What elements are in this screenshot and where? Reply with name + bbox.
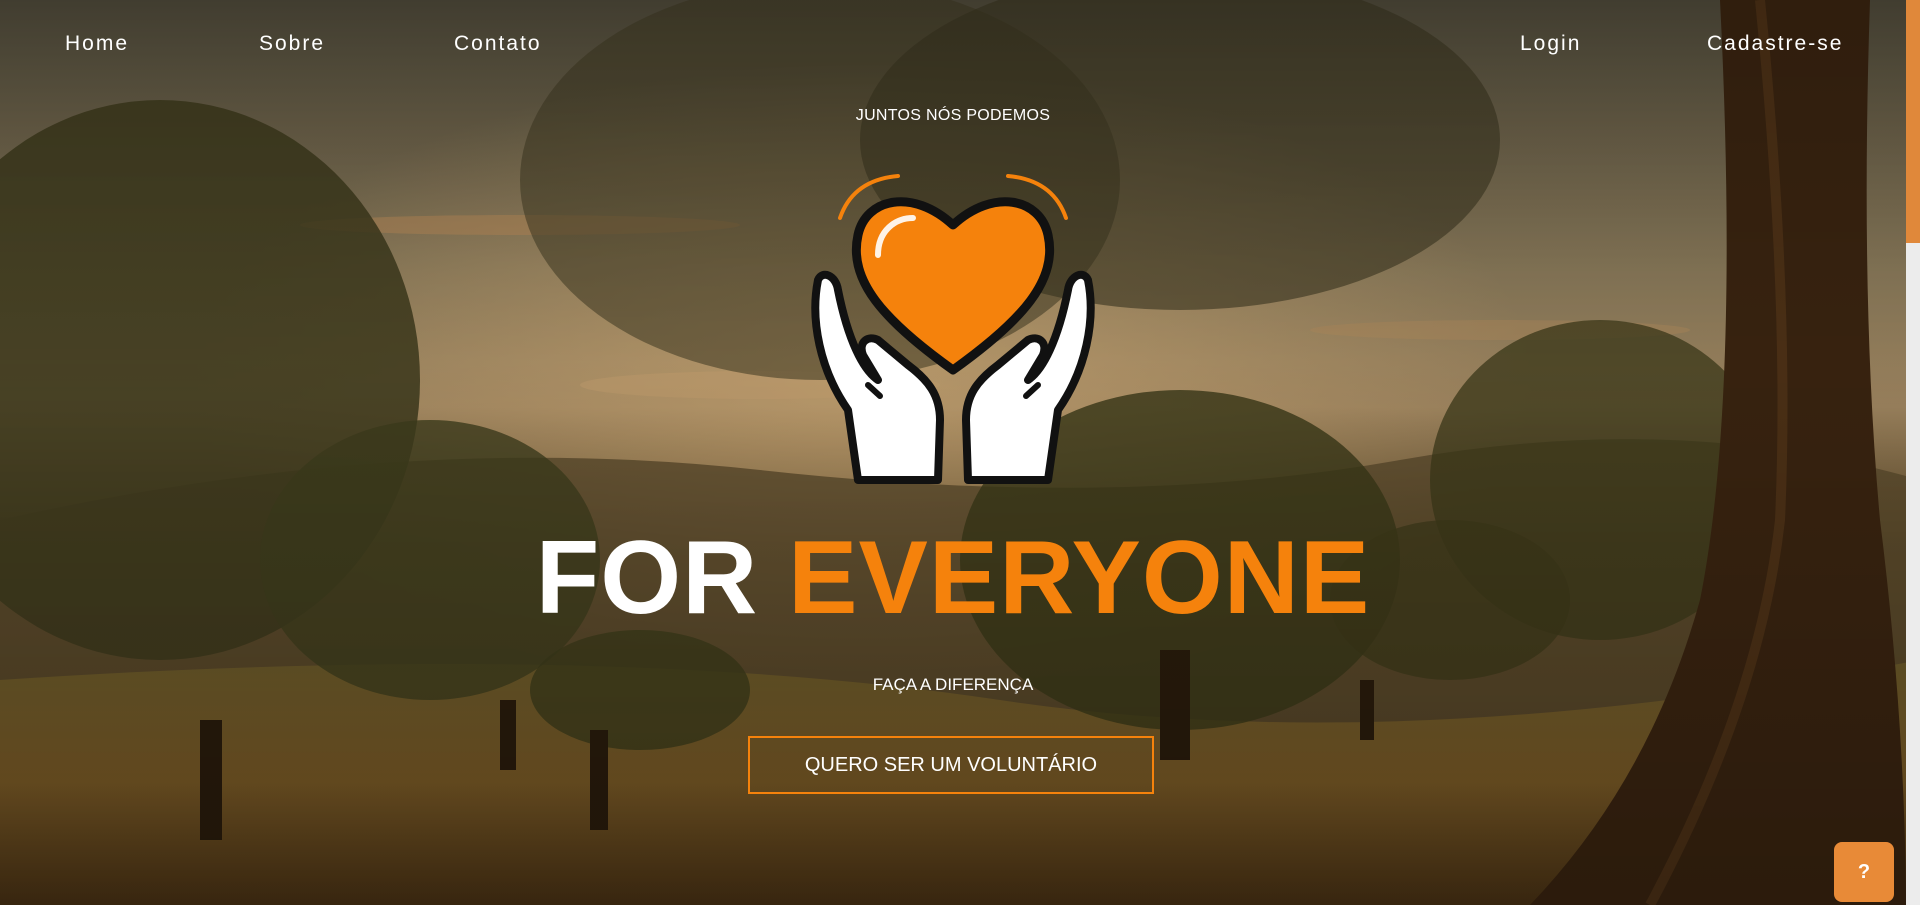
hero-section: Home Sobre Contato Login Cadastre-se JUN… [0,0,1920,905]
scrollbar-thumb[interactable] [1906,0,1920,243]
headline-word-white: FOR [535,520,759,636]
nav-login-link[interactable]: Login [1520,32,1581,56]
headline-word-accent: EVERYONE [788,520,1371,636]
hero-subline: FAÇA A DIFERENÇA [872,675,1034,694]
nav-contato-link[interactable]: Contato [454,32,542,56]
help-button[interactable]: ? [1834,842,1894,902]
hero-tagline: JUNTOS NÓS PODEMOS [855,107,1051,124]
nav-cadastre-link[interactable]: Cadastre-se [1707,32,1843,56]
nav-sobre-link[interactable]: Sobre [259,32,325,56]
volunteer-button[interactable]: QUERO SER UM VOLUNTÁRIO [748,736,1154,794]
nav-home-link[interactable]: Home [65,32,129,56]
heart-in-hands-icon [811,174,1095,484]
hero-headline: FOR EVERYONE [0,520,1906,636]
